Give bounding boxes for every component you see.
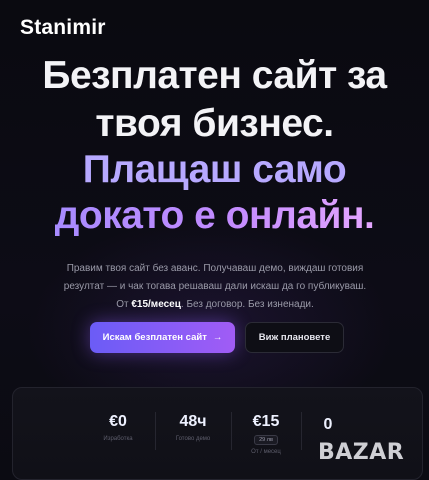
headline-gradient-text: докато е онлайн. — [54, 194, 375, 237]
stats-panel: €0 Изработка 48ч Готово демо €15 29 лв О… — [12, 387, 423, 480]
description-price: €15/месец — [131, 299, 181, 310]
headline-line-1: Безплатен сайт за — [42, 54, 387, 97]
free-site-button[interactable]: Искам безплатен сайт → — [90, 322, 235, 353]
arrow-right-icon: → — [212, 332, 223, 343]
description-text-2: . Без договор. Без изненади. — [180, 299, 314, 310]
stat-label: От / месец — [251, 448, 281, 455]
stat-value: €0 — [109, 413, 127, 430]
view-plans-button[interactable]: Виж плановете — [245, 322, 344, 353]
stat-label: Готово демо — [175, 436, 211, 442]
headline-line-2: твоя бизнес. — [95, 102, 334, 145]
brand-logo[interactable]: Stanimir — [20, 16, 106, 40]
stat-label: Изработка — [103, 436, 133, 442]
bazar-watermark-logo: BAZAR — [318, 440, 405, 465]
hero-description: Правим твоя сайт без аванс. Получаваш де… — [60, 260, 370, 314]
landing-page: Stanimir Безплатен сайт за твоя бизнес. … — [0, 0, 429, 480]
stat-value: 0 — [323, 416, 333, 433]
headline-line-4: докато е онлайн. — [0, 196, 429, 235]
headline-line-3: Плащаш само — [82, 148, 347, 191]
price-badge: 29 лв — [254, 434, 278, 445]
stat-value: 48ч — [179, 413, 207, 430]
free-site-button-label: Искам безплатен сайт — [102, 332, 207, 343]
stat-value: €15 — [252, 412, 280, 430]
